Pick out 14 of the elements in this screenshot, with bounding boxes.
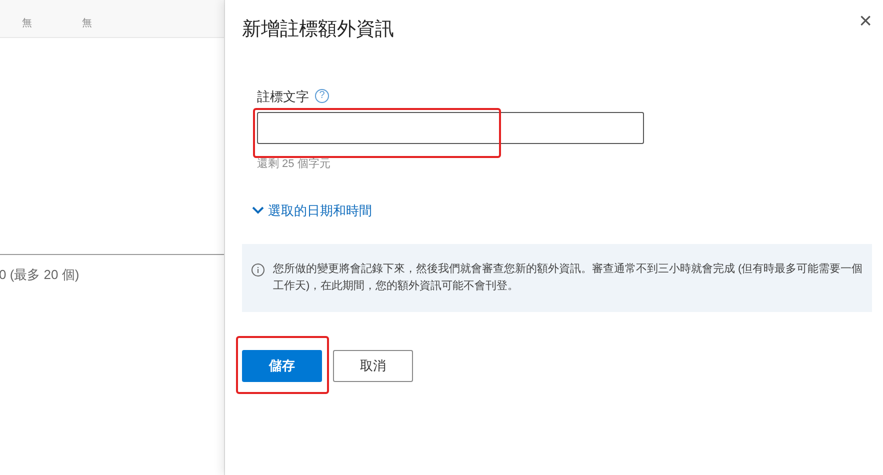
save-button[interactable]: 儲存: [242, 350, 322, 382]
chevron-icon: [252, 204, 264, 216]
table-cell: 無: [22, 17, 32, 30]
close-button[interactable]: ×: [859, 10, 872, 32]
date-time-expander[interactable]: 選取的日期和時間: [252, 200, 372, 220]
table-cell: 無: [82, 17, 92, 30]
panel-title: 新增註標額外資訊: [242, 18, 394, 42]
info-text: 您所做的變更將會記錄下來，然後我們就會審查您新的額外資訊。審查通常不到三小時就會完成 (但有時最多可能需要一個工作天)，在此期間，您的額外資訊可能不會刊登。: [273, 262, 863, 294]
input-field[interactable]: [257, 112, 644, 144]
cancel-button[interactable]: 取消: [333, 350, 413, 382]
field-label: 註標文字: [257, 88, 309, 106]
info-icon: [251, 263, 265, 277]
helper-text: 還剩 25 個字元: [257, 157, 330, 172]
help-icon[interactable]: ?: [315, 89, 329, 104]
